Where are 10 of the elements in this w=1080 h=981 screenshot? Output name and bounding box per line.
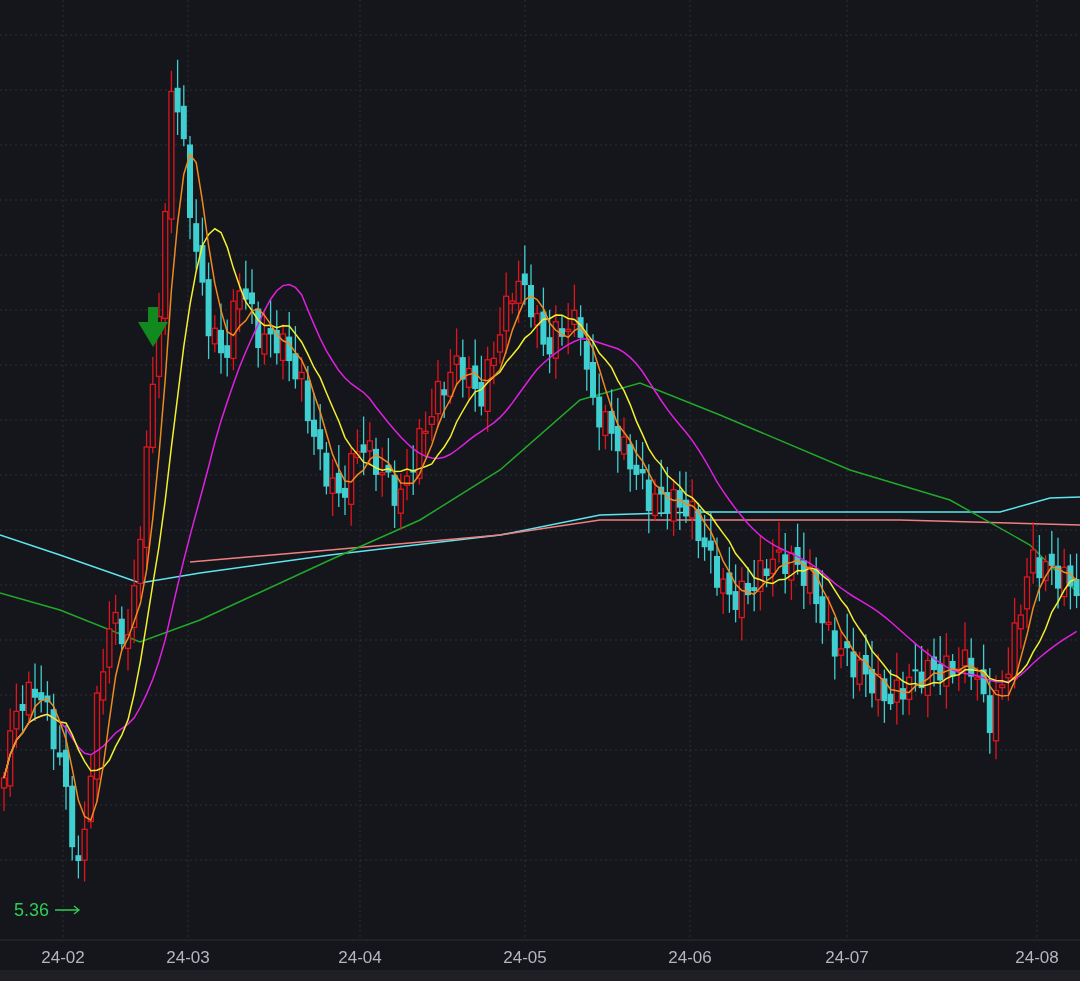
axis-label: 24-06 xyxy=(668,948,712,967)
down-arrow-icon xyxy=(138,307,168,347)
axis-label: 24-05 xyxy=(503,948,547,967)
low-price-label: 5.36 xyxy=(14,900,50,920)
axis-label: 24-03 xyxy=(166,948,210,967)
axis-label: 24-08 xyxy=(1015,948,1059,967)
axis-label: 24-07 xyxy=(825,948,869,967)
axis-label: 24-02 xyxy=(41,948,85,967)
pointer-arrow-icon xyxy=(54,905,81,915)
axis-label: 24-04 xyxy=(338,948,382,967)
